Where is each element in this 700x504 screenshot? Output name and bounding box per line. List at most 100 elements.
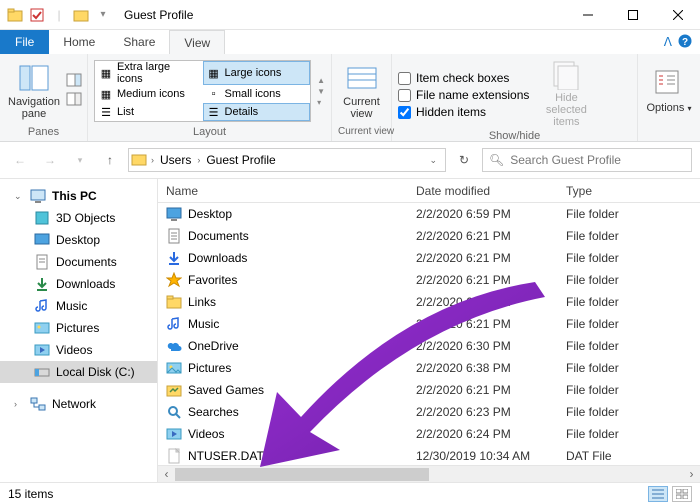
- file-type: File folder: [558, 405, 700, 419]
- file-type: File folder: [558, 251, 700, 265]
- file-name: Saved Games: [188, 383, 264, 397]
- quick-customize-icon[interactable]: ▾: [92, 4, 114, 26]
- details-view-button[interactable]: [648, 486, 668, 502]
- address-bar[interactable]: › Users › Guest Profile ⌄: [128, 148, 446, 172]
- refresh-button[interactable]: ↻: [452, 148, 476, 172]
- address-seg-guest[interactable]: Guest Profile: [204, 153, 277, 167]
- nav-item[interactable]: Local Disk (C:): [0, 361, 157, 383]
- horizontal-scrollbar[interactable]: ‹ ›: [158, 465, 700, 482]
- file-row[interactable]: Desktop2/2/2020 6:59 PMFile folder: [158, 203, 700, 225]
- file-date: 2/2/2020 6:30 PM: [408, 339, 558, 353]
- scroll-right[interactable]: ›: [683, 466, 700, 483]
- file-list[interactable]: Desktop2/2/2020 6:59 PMFile folderDocume…: [158, 203, 700, 465]
- item-check-boxes[interactable]: Item check boxes: [398, 71, 529, 85]
- quick-newfolder-icon[interactable]: [70, 4, 92, 26]
- col-date[interactable]: Date modified: [408, 179, 558, 202]
- file-row[interactable]: Searches2/2/2020 6:23 PMFile folder: [158, 401, 700, 423]
- file-name: OneDrive: [188, 339, 239, 353]
- address-seg-users[interactable]: Users: [158, 153, 193, 167]
- recent-locations[interactable]: ▾: [68, 148, 92, 172]
- help-icon[interactable]: ?: [678, 34, 692, 51]
- up-button[interactable]: ↑: [98, 148, 122, 172]
- nav-item[interactable]: Music: [0, 295, 157, 317]
- share-tab[interactable]: Share: [109, 30, 169, 54]
- nav-item[interactable]: Documents: [0, 251, 157, 273]
- layout-view-list[interactable]: ▦Extra large icons ▦Large icons ▦Medium …: [94, 60, 311, 122]
- file-date: 2/2/2020 6:21 PM: [408, 317, 558, 331]
- home-tab[interactable]: Home: [49, 30, 109, 54]
- address-root-icon[interactable]: [131, 151, 147, 170]
- file-row[interactable]: Documents2/2/2020 6:21 PMFile folder: [158, 225, 700, 247]
- thumbnails-view-button[interactable]: [672, 486, 692, 502]
- file-row[interactable]: NTUSER.DAT12/30/2019 10:34 AMDAT File: [158, 445, 700, 465]
- expand-icon[interactable]: ›: [14, 399, 24, 409]
- quick-properties-icon[interactable]: [26, 4, 48, 26]
- search-icon: 🔍︎: [489, 153, 504, 167]
- layout-list[interactable]: ☰List: [95, 103, 203, 121]
- back-button[interactable]: ←: [8, 148, 32, 172]
- layout-large[interactable]: ▦Large icons: [203, 61, 311, 85]
- nav-item[interactable]: Downloads: [0, 273, 157, 295]
- nav-item[interactable]: Videos: [0, 339, 157, 361]
- nav-network[interactable]: › Network: [0, 393, 157, 415]
- current-view-button[interactable]: Current view: [338, 60, 385, 122]
- col-name[interactable]: Name: [158, 179, 408, 202]
- file-row[interactable]: Favorites2/2/2020 6:21 PMFile folder: [158, 269, 700, 291]
- file-name: Favorites: [188, 273, 237, 287]
- file-type: File folder: [558, 207, 700, 221]
- layout-small[interactable]: ▫Small icons: [203, 85, 311, 103]
- address-dropdown[interactable]: ⌄: [423, 155, 443, 166]
- expand-icon[interactable]: ⌄: [14, 191, 24, 202]
- file-row[interactable]: Downloads2/2/2020 6:21 PMFile folder: [158, 247, 700, 269]
- layout-group-label: Layout: [94, 126, 325, 141]
- nav-item-icon: [34, 254, 50, 270]
- nav-item[interactable]: 3D Objects: [0, 207, 157, 229]
- view-tab[interactable]: View: [169, 30, 225, 54]
- navigation-pane-button[interactable]: Navigation pane: [6, 60, 62, 122]
- file-row[interactable]: Music2/2/2020 6:21 PMFile folder: [158, 313, 700, 335]
- layout-medium[interactable]: ▦Medium icons: [95, 85, 203, 103]
- file-icon: [166, 206, 182, 222]
- quick-folder-icon[interactable]: [4, 4, 26, 26]
- nav-item[interactable]: Desktop: [0, 229, 157, 251]
- file-tab[interactable]: File: [0, 30, 49, 54]
- scroll-left[interactable]: ‹: [158, 466, 175, 483]
- layout-scroll-more[interactable]: ▾: [317, 98, 325, 107]
- file-row[interactable]: Videos2/2/2020 6:24 PMFile folder: [158, 423, 700, 445]
- col-type[interactable]: Type: [558, 179, 700, 202]
- status-item-count: 15 items: [8, 487, 53, 501]
- file-row[interactable]: Pictures2/2/2020 6:38 PMFile folder: [158, 357, 700, 379]
- file-name-extensions[interactable]: File name extensions: [398, 88, 529, 102]
- file-row[interactable]: Links2/2/2020 6:21 PMFile folder: [158, 291, 700, 313]
- address-chevron[interactable]: ›: [195, 155, 202, 165]
- file-name: Links: [188, 295, 216, 309]
- file-icon: [166, 294, 182, 310]
- nav-this-pc[interactable]: ⌄ This PC: [0, 185, 157, 207]
- layout-scroll-up[interactable]: ▲: [317, 76, 325, 85]
- maximize-button[interactable]: [610, 0, 655, 30]
- column-headers[interactable]: Name Date modified Type: [158, 179, 700, 203]
- navigation-tree[interactable]: ⌄ This PC 3D ObjectsDesktopDocumentsDown…: [0, 179, 158, 482]
- layout-scroll-down[interactable]: ▼: [317, 87, 325, 96]
- nav-item-label: Local Disk (C:): [56, 365, 135, 379]
- options-button[interactable]: Options ▾: [644, 66, 694, 117]
- file-type: File folder: [558, 229, 700, 243]
- file-row[interactable]: OneDrive2/2/2020 6:30 PMFile folder: [158, 335, 700, 357]
- address-chevron[interactable]: ›: [149, 155, 156, 165]
- layout-extra-large[interactable]: ▦Extra large icons: [95, 61, 203, 85]
- nav-item[interactable]: Pictures: [0, 317, 157, 339]
- file-row[interactable]: Saved Games2/2/2020 6:21 PMFile folder: [158, 379, 700, 401]
- hidden-items[interactable]: Hidden items: [398, 105, 529, 119]
- layout-details[interactable]: ☰Details: [203, 103, 311, 121]
- nav-item-label: Videos: [56, 343, 92, 357]
- preview-pane-icon[interactable]: [66, 73, 82, 90]
- this-pc-icon: [30, 188, 46, 204]
- file-icon: [166, 360, 182, 376]
- file-date: 2/2/2020 6:21 PM: [408, 295, 558, 309]
- collapse-ribbon-icon[interactable]: ᐱ: [664, 35, 672, 49]
- details-pane-icon[interactable]: [66, 92, 82, 109]
- minimize-button[interactable]: [565, 0, 610, 30]
- scroll-thumb[interactable]: [175, 468, 429, 481]
- search-box[interactable]: 🔍︎ Search Guest Profile: [482, 148, 692, 172]
- close-button[interactable]: [655, 0, 700, 30]
